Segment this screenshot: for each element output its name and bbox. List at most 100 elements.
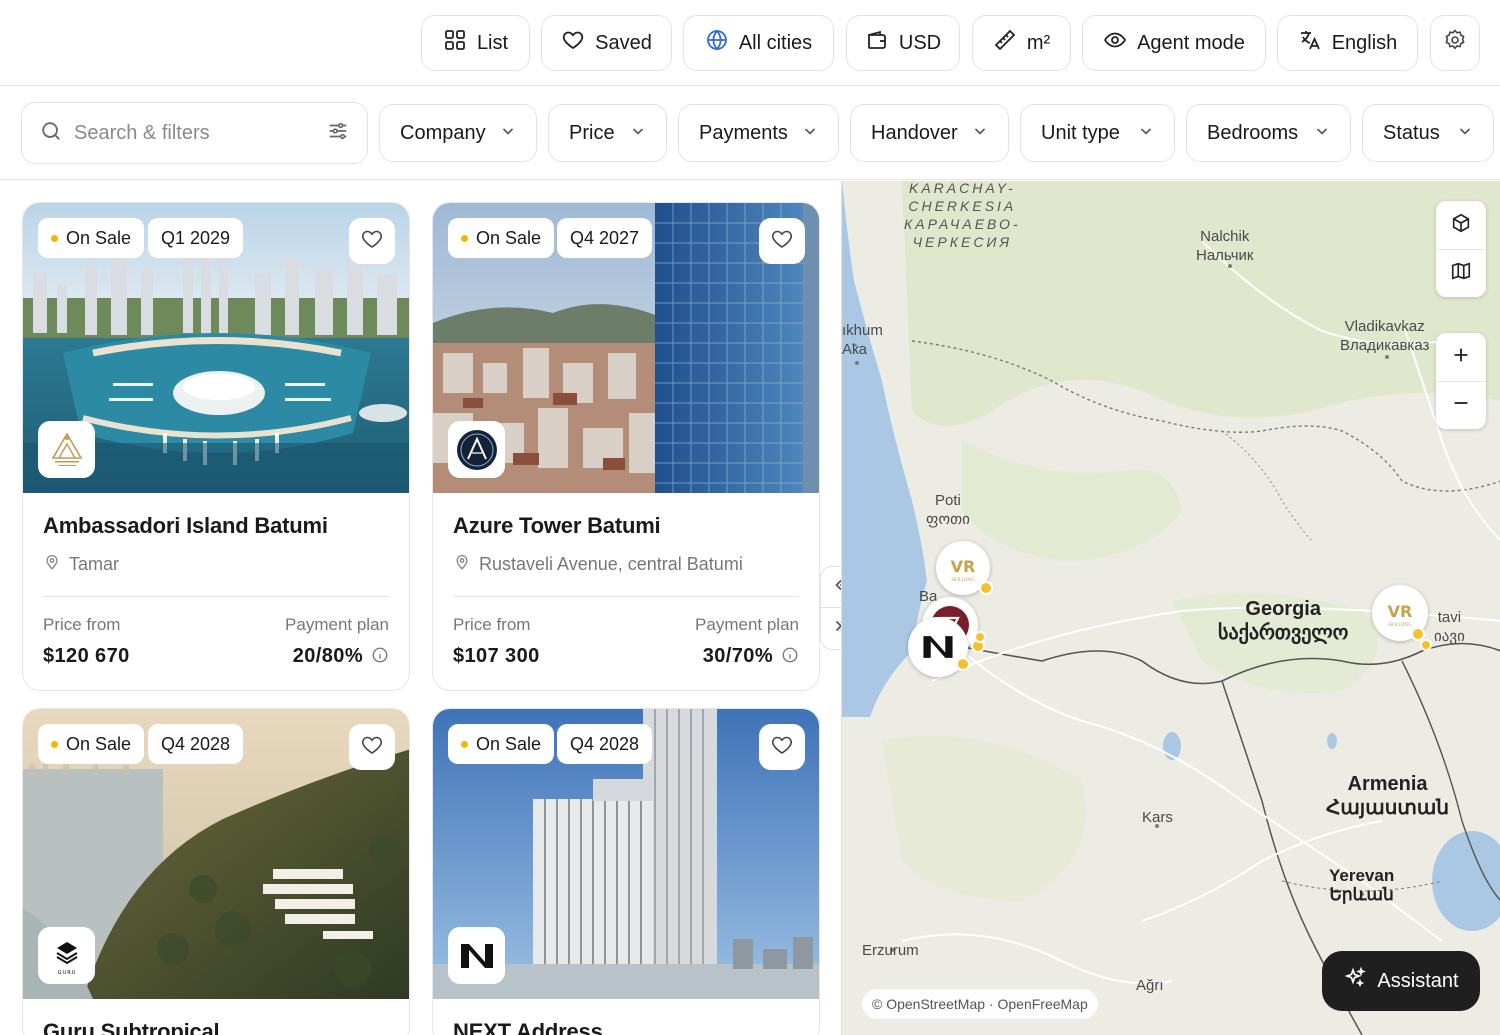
top-bar: List Saved All cities USD m² Agent mode … <box>0 0 1500 86</box>
filter-company[interactable]: Company <box>379 104 537 162</box>
location-label: Tamar <box>69 554 120 574</box>
property-title: Ambassadori Island Batumi <box>43 513 328 538</box>
saved-label: Saved <box>595 31 652 54</box>
property-image: On Sale Q1 2029 <box>23 203 409 493</box>
save-favorite-button[interactable] <box>349 218 395 264</box>
zoom-in-button[interactable] <box>1436 333 1486 381</box>
property-card[interactable]: On Sale Q4 2028 NEXT Address <box>432 708 820 1035</box>
list-view-button[interactable]: List <box>421 15 530 71</box>
map-label-georgia: Georgia საქართველო <box>1218 598 1349 644</box>
handover-badge: Q1 2029 <box>148 218 244 258</box>
info-icon[interactable] <box>773 645 799 667</box>
list-view-label: List <box>476 31 509 54</box>
property-image: On Sale Q4 2028 <box>433 709 819 999</box>
status-dot <box>51 234 58 242</box>
sliders-icon[interactable] <box>327 120 349 147</box>
status-badge: On Sale <box>448 218 555 258</box>
map-icon <box>1450 260 1472 287</box>
map-label-yerevan: Yerevan Երևան <box>1329 866 1395 904</box>
info-icon[interactable] <box>363 645 389 667</box>
status-label: On Sale <box>476 733 542 754</box>
handover-badge: Q4 2027 <box>557 218 653 258</box>
unit-label: m² <box>1026 31 1051 54</box>
settings-button[interactable] <box>1430 15 1480 71</box>
minus-icon <box>1450 392 1472 419</box>
eye-icon <box>1103 28 1127 58</box>
filter-label: Status <box>1383 121 1440 144</box>
heart-icon <box>360 733 384 762</box>
status-dot <box>461 740 468 748</box>
filter-handover[interactable]: Handover <box>850 104 1009 162</box>
currency-label: USD <box>898 31 942 54</box>
map-panel[interactable]: KARACHAY- CHERKESIA КАРАЧАЕВО- ЧЕРКЕСИЯ … <box>841 181 1500 1035</box>
property-image: On Sale Q4 2027 <box>433 203 819 493</box>
3d-view-button[interactable] <box>1436 201 1486 249</box>
filter-label: Price <box>569 121 615 144</box>
map-marker-dot[interactable] <box>974 631 986 643</box>
property-location: Rustaveli Avenue, central Batumi <box>453 553 799 597</box>
language-label: English <box>1331 31 1398 54</box>
map-label-erzurum: Erzurum <box>862 942 919 959</box>
filter-price[interactable]: Price <box>548 104 667 162</box>
zoom-controls <box>1436 333 1486 429</box>
map-attribution[interactable]: © OpenStreetMap · OpenFreeMap <box>862 989 1098 1019</box>
search-placeholder: Search & filters <box>74 121 210 144</box>
assistant-button[interactable]: Assistant <box>1322 951 1480 1011</box>
map-marker-dot[interactable] <box>956 657 970 671</box>
map-layers-button[interactable] <box>1436 249 1486 297</box>
unit-button[interactable]: m² <box>972 15 1071 71</box>
saved-button[interactable]: Saved <box>541 15 672 71</box>
handover-label: Q1 2029 <box>161 227 231 248</box>
chevron-down-icon <box>972 122 988 145</box>
price-value: $107 300 <box>453 645 540 667</box>
status-label: On Sale <box>476 227 542 248</box>
property-title: NEXT Address <box>453 1019 603 1035</box>
location-pin-icon <box>43 553 61 576</box>
heart-icon <box>561 28 585 58</box>
agent-mode-button[interactable]: Agent mode <box>1082 15 1266 71</box>
save-favorite-button[interactable] <box>759 218 805 264</box>
handover-label: Q4 2027 <box>570 227 640 248</box>
property-card[interactable]: On Sale Q4 2027 Azure Tower Batumi Rusta… <box>432 202 820 691</box>
chevron-down-icon <box>1138 122 1154 145</box>
sparkle-icon <box>1343 966 1367 996</box>
cities-button[interactable]: All cities <box>683 15 834 71</box>
property-card[interactable]: On Sale Q4 2028 GURU Guru Subtropical <box>22 708 410 1035</box>
filter-label: Handover <box>871 121 958 144</box>
chevron-down-icon <box>500 122 516 145</box>
language-button[interactable]: English <box>1277 15 1418 71</box>
map-label-sukhum: ıkhum Аҟа <box>842 322 883 358</box>
save-favorite-button[interactable] <box>349 724 395 770</box>
filter-unit-type[interactable]: Unit type <box>1020 104 1175 162</box>
property-location: Tamar <box>43 553 389 597</box>
handover-label: Q4 2028 <box>570 733 640 754</box>
developer-logo-azure <box>448 421 505 478</box>
translate-icon <box>1298 28 1322 58</box>
map-marker-dot[interactable] <box>1420 639 1432 651</box>
agent-mode-label: Agent mode <box>1137 31 1245 54</box>
listing-grid: On Sale Q1 2029 Ambassadori Island Batum… <box>0 181 840 1035</box>
filter-bedrooms[interactable]: Bedrooms <box>1186 104 1351 162</box>
payment-plan-label: Payment plan <box>695 615 799 634</box>
map-marker-dot[interactable] <box>979 581 993 595</box>
map-label-kars: Kars <box>1142 809 1173 826</box>
vr-logo-text: VR <box>1388 602 1413 621</box>
zoom-out-button[interactable] <box>1436 381 1486 429</box>
wallet-icon <box>865 28 889 58</box>
location-label: Rustaveli Avenue, central Batumi <box>479 554 743 574</box>
filter-status[interactable]: Status <box>1362 104 1494 162</box>
search-icon <box>40 120 62 147</box>
location-pin-icon <box>453 553 471 576</box>
payment-plan-row: 20/80% <box>285 645 389 668</box>
currency-button[interactable]: USD <box>846 15 960 71</box>
save-favorite-button[interactable] <box>759 724 805 770</box>
cube-icon <box>1450 212 1472 239</box>
property-card[interactable]: On Sale Q1 2029 Ambassadori Island Batum… <box>22 202 410 691</box>
status-badge: On Sale <box>38 724 145 764</box>
filter-payments[interactable]: Payments <box>678 104 839 162</box>
gear-icon <box>1443 28 1467 58</box>
search-input[interactable]: Search & filters <box>21 102 368 164</box>
property-image: On Sale Q4 2028 GURU <box>23 709 409 999</box>
map-label-tbilisi: tavi იავი <box>1434 609 1465 645</box>
map-style-controls <box>1436 201 1486 297</box>
